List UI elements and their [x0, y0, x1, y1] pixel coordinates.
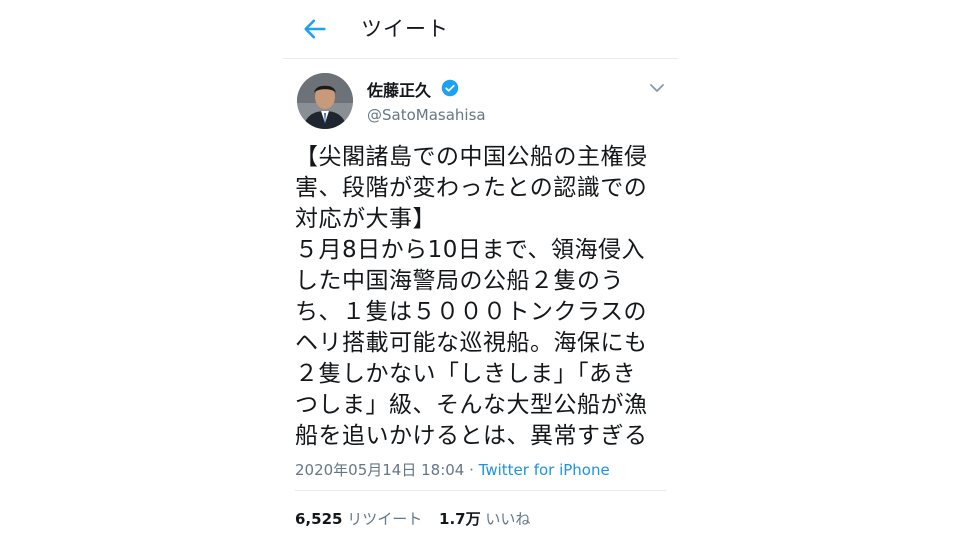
likes-stat[interactable]: 1.7万 いいね	[439, 510, 530, 528]
user-handle[interactable]: @SatoMasahisa	[367, 106, 486, 124]
likes-count: 1.7万	[439, 510, 481, 528]
back-arrow-icon[interactable]	[301, 15, 329, 43]
engagement-stats: 6,525 リツイート 1.7万 いいね	[295, 508, 542, 529]
chevron-down-icon[interactable]	[649, 82, 665, 94]
tweet-timestamp[interactable]: 2020年05月14日 18:04	[295, 461, 464, 479]
top-bar: ツイート	[283, 0, 678, 59]
retweets-label: リツイート	[347, 510, 423, 528]
divider	[295, 490, 666, 491]
tweet-source-link[interactable]: Twitter for iPhone	[479, 461, 610, 479]
page-title: ツイート	[361, 17, 449, 41]
tweet-panel: ツイート 佐藤正久 @SatoMasahisa 【尖閣諸島での中国公船の主権侵 …	[283, 0, 678, 540]
tweet-text: 【尖閣諸島での中国公船の主権侵 害、段階が変わったとの認識での 対応が大事】 ５…	[295, 144, 648, 449]
verified-badge-icon	[441, 79, 459, 97]
retweets-stat[interactable]: 6,525 リツイート	[295, 510, 422, 528]
avatar[interactable]	[297, 73, 353, 129]
retweets-count: 6,525	[295, 510, 343, 528]
likes-label: いいね	[485, 510, 531, 528]
display-name[interactable]: 佐藤正久	[367, 77, 431, 101]
meta-separator: ·	[464, 461, 479, 479]
profile-photo-icon	[297, 73, 353, 129]
tweet-meta: 2020年05月14日 18:04 · Twitter for iPhone	[295, 459, 610, 480]
